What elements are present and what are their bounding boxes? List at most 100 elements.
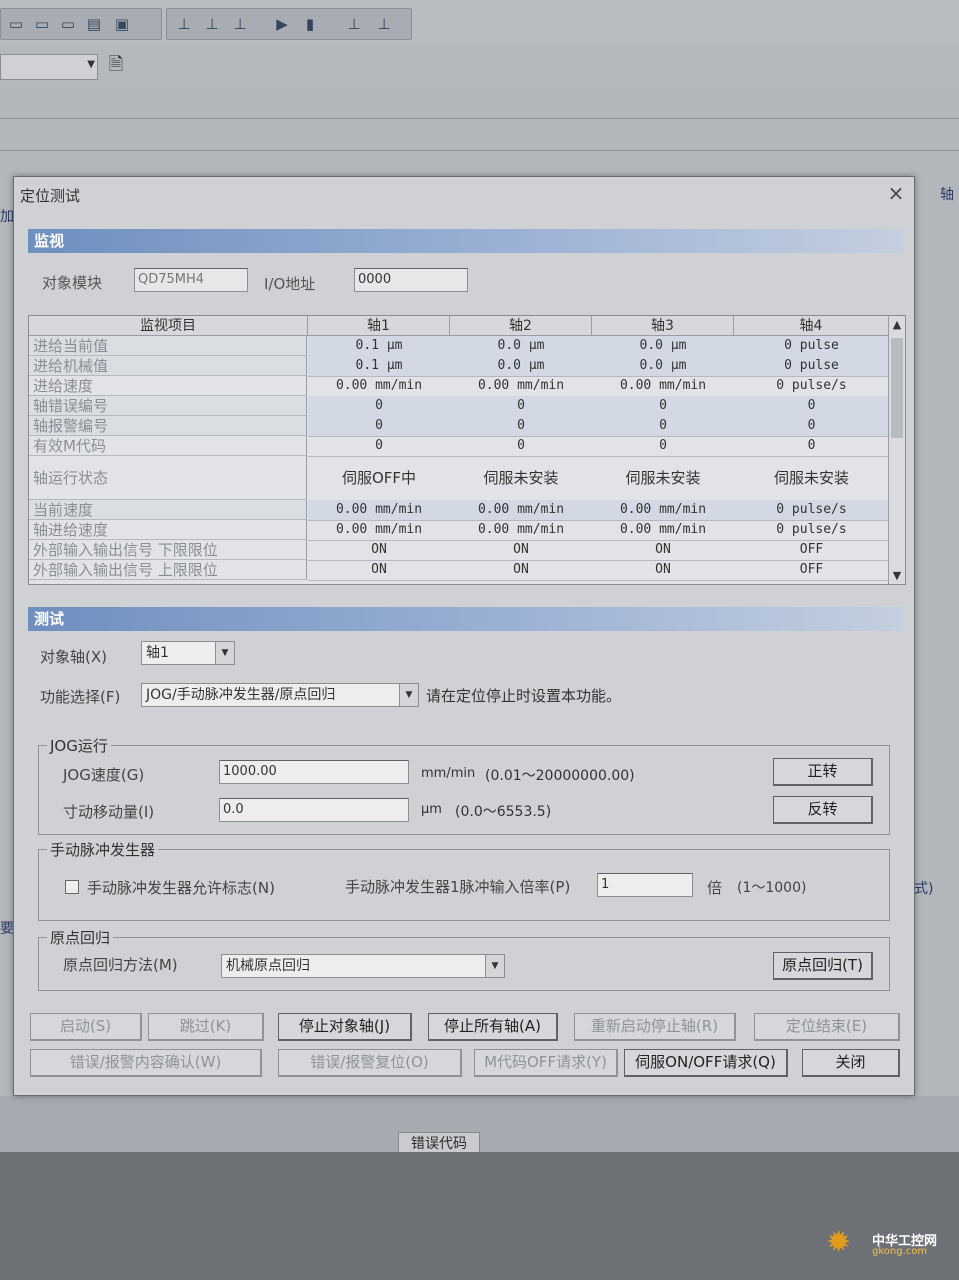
monitor-row-label: 进给机械值: [29, 356, 307, 376]
target-axis-value: 轴1: [146, 645, 169, 661]
forward-button[interactable]: 正转: [773, 758, 873, 786]
jog-speed-range: (0.01～20000000.00): [485, 768, 635, 784]
start-button[interactable]: 启动(S): [30, 1013, 142, 1041]
monitor-cell-axis4: 0 pulse/s: [734, 376, 889, 397]
jog-speed-unit: mm/min: [421, 766, 476, 781]
table-row[interactable]: 有效M代码 0 0 0 0: [29, 436, 889, 457]
monitor-cell-axis3: 伺服未安装: [592, 456, 734, 501]
table-row[interactable]: 进给机械值 0.1 μm 0.0 μm 0.0 μm 0 pulse: [29, 356, 889, 377]
monitor-grid[interactable]: 监视项目 轴1 轴2 轴3 轴4 进给当前值 0.1 μm 0.0 μm 0.0 μm…: [28, 315, 906, 585]
skip-button[interactable]: 跳过(K): [148, 1013, 264, 1041]
table-row[interactable]: 轴进给速度 0.00 mm/min 0.00 mm/min 0.00 mm/min 0 …: [29, 520, 889, 541]
monitor-cell-axis2: 0.00 mm/min: [450, 520, 592, 541]
monitor-row-label: 轴进给速度: [29, 520, 307, 540]
mpg-enable-checkbox[interactable]: [65, 880, 79, 894]
positioning-end-button[interactable]: 定位结束(E): [754, 1013, 900, 1041]
table-row[interactable]: 进给速度 0.00 mm/min 0.00 mm/min 0.00 mm/min 0 p…: [29, 376, 889, 397]
monitor-cell-axis1: 伺服OFF中: [308, 456, 450, 501]
screen-bezel: [0, 1152, 959, 1280]
paste-icon[interactable]: ▭: [57, 13, 79, 35]
axis-chart3-icon[interactable]: ⊥: [229, 13, 251, 35]
target-module-label: 对象模块: [42, 274, 103, 292]
scroll-thumb[interactable]: [891, 338, 903, 438]
axis-chart-icon[interactable]: ⊥: [173, 13, 195, 35]
monitor-cell-axis3: 0: [592, 436, 734, 457]
monitor-cell-axis2: 0: [450, 416, 592, 437]
monitor-row-label: 轴运行状态: [29, 456, 307, 500]
mpg-group-title: 手动脉冲发生器: [47, 839, 159, 860]
mpg-ratio-input[interactable]: 1: [597, 873, 693, 897]
cut-icon[interactable]: ▭: [5, 13, 27, 35]
servo-on-off-request-button[interactable]: 伺服ON/OFF请求(Q): [624, 1049, 788, 1077]
error-alarm-confirm-button[interactable]: 错误/报警内容确认(W): [30, 1049, 262, 1077]
axis-chart2-icon[interactable]: ⊥: [201, 13, 223, 35]
toolbar-combo[interactable]: ▼: [0, 54, 98, 80]
monitor-cell-axis3: 0: [592, 396, 734, 417]
toolbar-group-edit: ▭ ▭ ▭ ▤ ▣: [0, 8, 162, 40]
m-code-off-request-button[interactable]: M代码OFF请求(Y): [474, 1049, 618, 1077]
chevron-down-icon[interactable]: ▼: [215, 642, 234, 664]
monitor-icon[interactable]: ▶: [271, 13, 293, 35]
table-row[interactable]: 轴错误编号 0 0 0 0: [29, 396, 889, 417]
close-button[interactable]: 关闭: [802, 1049, 900, 1077]
help-icon[interactable]: ▣: [111, 13, 133, 35]
monitor-header-axis1: 轴1: [308, 316, 450, 336]
monitor-cell-axis4: OFF: [734, 560, 889, 581]
background-text: 式): [914, 881, 934, 897]
table-row[interactable]: 轴运行状态 伺服OFF中 伺服未安装 伺服未安装 伺服未安装: [29, 456, 889, 501]
monitor-cell-axis1: 0.00 mm/min: [308, 520, 450, 541]
watermark-url: gkong.com: [872, 1246, 928, 1257]
stop-all-axes-button[interactable]: 停止所有轴(A): [428, 1013, 558, 1041]
home-method-select[interactable]: 机械原点回归 ▼: [221, 954, 505, 978]
close-icon[interactable]: ×: [886, 183, 906, 203]
monitor-cell-axis4: 0 pulse/s: [734, 520, 889, 541]
document-icon[interactable]: 🗎: [104, 52, 128, 78]
function-select[interactable]: JOG/手动脉冲发生器/原点回归 ▼: [141, 683, 419, 707]
mpg-ratio-unit: 倍: [707, 879, 723, 897]
monitor-cell-axis4: 0 pulse/s: [734, 500, 889, 521]
monitor-cell-axis3: 0.0 μm: [592, 336, 734, 357]
dialog-title: 定位测试: [20, 187, 81, 205]
inching-unit: μm: [421, 802, 442, 817]
table-row[interactable]: 外部输入输出信号 上限限位 ON ON ON OFF: [29, 560, 889, 581]
table-row[interactable]: 进给当前值 0.1 μm 0.0 μm 0.0 μm 0 pulse: [29, 336, 889, 357]
error-alarm-reset-button[interactable]: 错误/报警复位(O): [278, 1049, 462, 1077]
monitor-cell-axis4: 0 pulse: [734, 356, 889, 377]
test-icon[interactable]: ⊥: [343, 13, 365, 35]
restart-stopped-axis-button[interactable]: 重新启动停止轴(R): [574, 1013, 736, 1041]
write-icon[interactable]: ▮: [299, 13, 321, 35]
inching-input[interactable]: 0.0: [219, 798, 409, 822]
table-row[interactable]: 轴报警编号 0 0 0 0: [29, 416, 889, 437]
chevron-down-icon[interactable]: ▼: [485, 955, 504, 977]
reverse-button[interactable]: 反转: [773, 796, 873, 824]
copy-icon[interactable]: ▭: [31, 13, 53, 35]
scroll-down-icon[interactable]: ▼: [889, 569, 905, 582]
io-address-field[interactable]: 0000: [354, 268, 468, 292]
home-method-value: 机械原点回归: [226, 958, 310, 974]
target-module-field: QD75MH4: [134, 268, 248, 292]
home-return-button[interactable]: 原点回归(T): [773, 952, 873, 980]
gear-icon: ✹: [826, 1225, 852, 1260]
table-row[interactable]: 当前速度 0.00 mm/min 0.00 mm/min 0.00 mm/min 0 p…: [29, 500, 889, 521]
monitor-cell-axis2: 0.00 mm/min: [450, 500, 592, 521]
monitor-cell-axis1: 0: [308, 396, 450, 417]
monitor-cell-axis1: 0.00 mm/min: [308, 376, 450, 397]
jog-speed-input[interactable]: 1000.00: [219, 760, 409, 784]
test2-icon[interactable]: ⊥: [373, 13, 395, 35]
background-text: 加: [0, 209, 14, 225]
scroll-up-icon[interactable]: ▲: [889, 318, 905, 331]
monitor-cell-axis3: ON: [592, 540, 734, 561]
table-row[interactable]: 外部输入输出信号 下限限位 ON ON ON OFF: [29, 540, 889, 561]
target-axis-label: 对象轴(X): [40, 648, 107, 666]
monitor-cell-axis3: ON: [592, 560, 734, 581]
monitor-row-label: 外部输入输出信号 下限限位: [29, 540, 307, 560]
target-axis-select[interactable]: 轴1 ▼: [141, 641, 235, 665]
print-icon[interactable]: ▤: [83, 13, 105, 35]
monitor-cell-axis2: ON: [450, 540, 592, 561]
background-text: 轴: [940, 187, 954, 203]
monitor-cell-axis4: 0: [734, 436, 889, 457]
stop-target-axis-button[interactable]: 停止对象轴(J): [278, 1013, 412, 1041]
monitor-scrollbar[interactable]: ▲ ▼: [888, 316, 905, 584]
chevron-down-icon[interactable]: ▼: [399, 684, 418, 706]
inching-label: 寸动移动量(I): [63, 803, 155, 821]
